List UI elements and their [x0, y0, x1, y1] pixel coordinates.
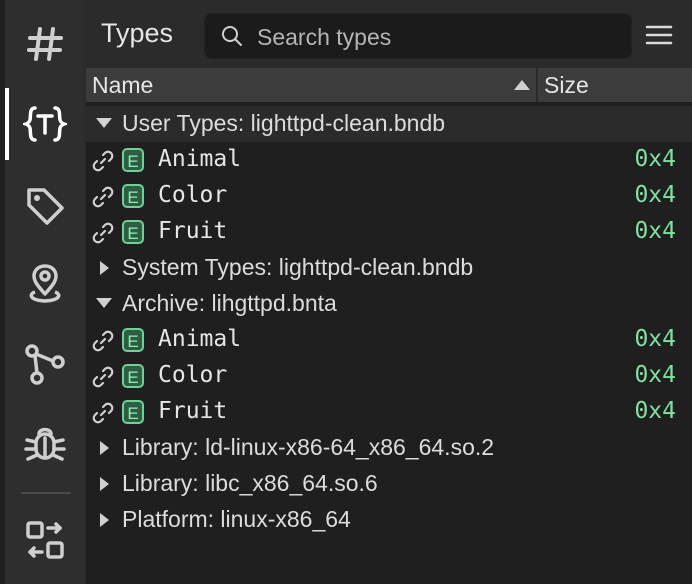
column-header-size[interactable]: Size: [538, 68, 692, 102]
type-name: Animal: [158, 326, 242, 352]
type-size: 0x4: [634, 218, 676, 244]
link-icon: [92, 150, 114, 172]
type-row[interactable]: E Animal 0x4: [86, 142, 692, 178]
rail-transfer-button[interactable]: [5, 510, 84, 570]
type-name: Color: [158, 362, 228, 388]
transfer-icon: [25, 521, 64, 559]
type-size: 0x4: [634, 146, 676, 172]
types-icon: [22, 106, 67, 142]
type-name: Color: [158, 182, 228, 208]
tag-icon: [26, 188, 64, 225]
types-tree-table: Name Size User Types: lighttpd-clean.bnd…: [86, 68, 692, 584]
sidebar-rail: [5, 0, 84, 584]
group-row-library-libc[interactable]: Library: libc_x86_64.so.6: [86, 466, 692, 502]
rail-debugger-button[interactable]: [5, 414, 84, 474]
enum-badge-icon: E: [122, 220, 144, 244]
panel-title: Types: [101, 18, 174, 48]
search-box[interactable]: [204, 13, 632, 60]
rail-graph-button[interactable]: [5, 334, 84, 394]
group-row-system-types[interactable]: System Types: lighttpd-clean.bndb: [86, 250, 692, 286]
bug-icon: [23, 427, 66, 461]
type-row[interactable]: E Color 0x4: [86, 178, 692, 214]
type-name: Animal: [158, 146, 242, 172]
types-panel: Types Name Size User Types: lighttpd-cle…: [86, 0, 692, 584]
type-name: Fruit: [158, 218, 228, 244]
rail-locations-button[interactable]: [5, 254, 84, 314]
search-input[interactable]: [255, 14, 619, 60]
enum-badge-icon: E: [122, 184, 144, 208]
column-name-label: Name: [92, 72, 154, 98]
type-size: 0x4: [634, 398, 676, 424]
type-size: 0x4: [634, 182, 676, 208]
type-size: 0x4: [634, 362, 676, 388]
hash-icon: [26, 27, 63, 61]
group-row-user-types[interactable]: User Types: lighttpd-clean.bndb: [86, 106, 692, 142]
search-icon: [222, 26, 242, 46]
group-label: System Types: lighttpd-clean.bndb: [122, 254, 474, 280]
expand-down-icon[interactable]: [96, 118, 112, 128]
group-label: Library: ld-linux-x86-64_x86_64.so.2: [122, 434, 495, 460]
expand-right-icon[interactable]: [100, 261, 109, 275]
enum-badge-icon: E: [122, 148, 144, 172]
link-icon: [92, 366, 114, 388]
hamburger-menu-icon[interactable]: [644, 20, 674, 50]
group-row-archive[interactable]: Archive: lihgttpd.bnta: [86, 286, 692, 322]
enum-badge-icon: E: [122, 400, 144, 424]
expand-down-icon[interactable]: [96, 298, 112, 308]
rail-symbols-button[interactable]: [5, 14, 84, 74]
group-row-library-ld[interactable]: Library: ld-linux-x86-64_x86_64.so.2: [86, 430, 692, 466]
expand-right-icon[interactable]: [100, 477, 109, 491]
enum-badge-icon: E: [122, 328, 144, 352]
link-icon: [92, 186, 114, 208]
enum-badge-icon: E: [122, 364, 144, 388]
column-size-label: Size: [544, 72, 589, 98]
column-header-name[interactable]: Name: [86, 68, 536, 102]
type-row[interactable]: E Animal 0x4: [86, 322, 692, 358]
rail-separator: [21, 492, 71, 494]
group-label: Library: libc_x86_64.so.6: [122, 470, 378, 496]
type-row[interactable]: E Color 0x4: [86, 358, 692, 394]
link-icon: [92, 222, 114, 244]
type-row[interactable]: E Fruit 0x4: [86, 214, 692, 250]
rail-tags-button[interactable]: [5, 176, 84, 236]
group-label: User Types: lighttpd-clean.bndb: [122, 110, 446, 136]
expand-right-icon[interactable]: [100, 513, 109, 527]
link-icon: [92, 330, 114, 352]
group-label: Archive: lihgttpd.bnta: [122, 290, 337, 316]
type-size: 0x4: [634, 326, 676, 352]
location-pin-icon: [29, 264, 60, 303]
group-row-platform[interactable]: Platform: linux-x86_64: [86, 502, 692, 538]
graph-icon: [24, 344, 65, 385]
sort-ascending-icon: [514, 80, 530, 90]
expand-right-icon[interactable]: [100, 441, 109, 455]
link-icon: [92, 402, 114, 424]
rail-types-button[interactable]: [5, 94, 84, 154]
group-label: Platform: linux-x86_64: [122, 506, 351, 532]
type-row[interactable]: E Fruit 0x4: [86, 394, 692, 430]
type-name: Fruit: [158, 398, 228, 424]
